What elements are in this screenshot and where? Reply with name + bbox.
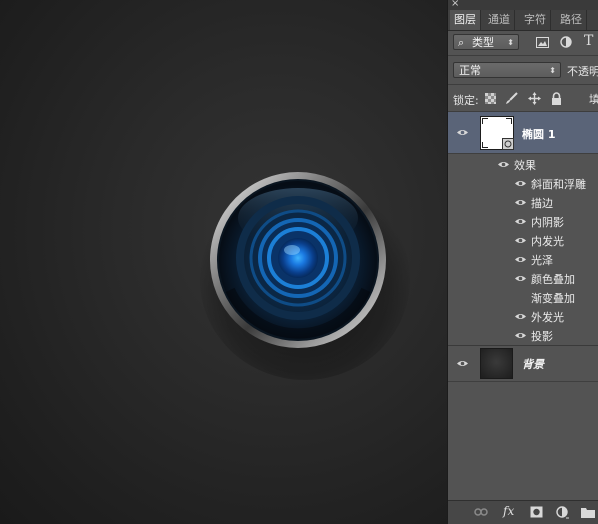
tab-layers[interactable]: 图层 [450, 10, 481, 30]
layers-panel: × 图层 通道 字符 路径 ⌕ 类型 ⬍ T 正常 ⬍ 不透明 锁定: 填 椭圆… [447, 0, 598, 524]
filter-kind-label: 类型 [472, 36, 494, 49]
lock-position-move-icon[interactable] [528, 92, 541, 105]
visibility-eye-icon[interactable] [515, 332, 526, 339]
layer-name[interactable]: 椭圆 1 [522, 126, 555, 142]
effect-label: 描边 [531, 197, 553, 210]
lock-label: 锁定: [453, 94, 479, 107]
effect-label: 光泽 [531, 254, 553, 267]
effects-header-row[interactable]: 效果 [448, 155, 598, 174]
effect-label: 渐变叠加 [531, 292, 575, 305]
photoshop-window: × 图层 通道 字符 路径 ⌕ 类型 ⬍ T 正常 ⬍ 不透明 锁定: 填 椭圆… [0, 0, 598, 524]
filter-kind-dropdown[interactable]: ⌕ 类型 ⬍ [453, 34, 519, 50]
effect-row-bevel-emboss[interactable]: 斜面和浮雕 [448, 174, 598, 193]
lock-image-pixels-brush-icon[interactable] [505, 92, 518, 105]
visibility-eye-icon[interactable] [515, 199, 526, 206]
image-filter-icon[interactable] [536, 37, 549, 48]
new-group-folder-icon[interactable] [581, 506, 595, 518]
layer-thumbnail[interactable] [480, 116, 514, 150]
layer-row-ellipse[interactable]: 椭圆 1 [448, 112, 598, 154]
layer-thumbnail[interactable] [480, 348, 513, 379]
effect-label: 外发光 [531, 311, 564, 324]
visibility-eye-icon[interactable] [515, 256, 526, 263]
effect-row-inner-glow[interactable]: 内发光 [448, 231, 598, 250]
layer-name[interactable]: 背景 [522, 356, 544, 372]
knob-artwork [210, 172, 386, 348]
visibility-eye-icon[interactable] [457, 129, 468, 136]
effect-row-stroke[interactable]: 描边 [448, 193, 598, 212]
effects-header-label: 效果 [514, 159, 536, 172]
document-canvas[interactable] [0, 0, 447, 524]
effect-label: 内阴影 [531, 216, 564, 229]
tab-character[interactable]: 字符 [520, 10, 551, 30]
add-layer-style-fx-button[interactable]: fx [503, 504, 514, 518]
effect-label: 内发光 [531, 235, 564, 248]
tab-paths[interactable]: 路径 [556, 10, 587, 30]
effect-label: 颜色叠加 [531, 273, 575, 286]
visibility-eye-icon[interactable] [498, 161, 509, 168]
tab-channels[interactable]: 通道 [484, 10, 515, 30]
visibility-eye-icon[interactable] [515, 275, 526, 282]
type-filter-icon[interactable]: T [584, 33, 593, 49]
link-layers-icon[interactable] [474, 507, 488, 517]
lock-transparent-pixels-icon[interactable] [485, 93, 496, 104]
visibility-eye-icon[interactable] [515, 237, 526, 244]
layers-panel-footer: fx [448, 500, 598, 524]
adjustment-filter-icon[interactable] [560, 36, 572, 48]
blend-mode-value: 正常 [459, 64, 481, 77]
effect-row-drop-shadow[interactable]: 投影 [448, 326, 598, 345]
new-adjustment-layer-icon[interactable] [556, 506, 570, 520]
effect-row-satin[interactable]: 光泽 [448, 250, 598, 269]
effect-label: 投影 [531, 330, 553, 343]
panel-title-bar: × [448, 0, 598, 10]
knob-core-glow [278, 238, 318, 278]
add-mask-icon[interactable] [530, 506, 543, 518]
visibility-eye-icon[interactable] [515, 180, 526, 187]
fill-label: 填 [589, 93, 598, 106]
visibility-eye-icon[interactable] [457, 360, 468, 367]
effect-row-inner-shadow[interactable]: 内阴影 [448, 212, 598, 231]
close-icon[interactable]: × [451, 0, 459, 9]
layer-row-background[interactable]: 背景 [448, 346, 598, 382]
visibility-eye-icon[interactable] [515, 313, 526, 320]
blend-mode-dropdown[interactable]: 正常 ⬍ [453, 62, 561, 78]
visibility-eye-icon[interactable] [515, 218, 526, 225]
search-icon: ⌕ [458, 36, 465, 49]
effect-row-outer-glow[interactable]: 外发光 [448, 307, 598, 326]
panel-tabs: 图层 通道 字符 路径 [448, 10, 598, 31]
effect-label: 斜面和浮雕 [531, 178, 586, 191]
updown-arrow-icon: ⬍ [507, 38, 514, 47]
lock-all-icon[interactable] [551, 92, 562, 105]
effect-row-color-overlay[interactable]: 颜色叠加 [448, 269, 598, 288]
effect-row-gradient-overlay[interactable]: 渐变叠加 [448, 288, 598, 307]
opacity-label: 不透明 [567, 65, 598, 78]
updown-arrow-icon: ⬍ [549, 66, 556, 75]
vector-shape-badge-icon [502, 138, 514, 150]
